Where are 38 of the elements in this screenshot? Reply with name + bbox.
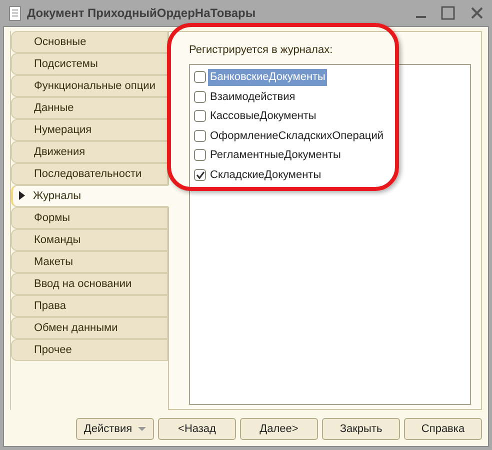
sidebar-tab[interactable]: Функциональные опции bbox=[11, 75, 168, 97]
list-item[interactable]: СкладскиеДокументы bbox=[208, 166, 324, 183]
sidebar-tab[interactable]: Ввод на основании bbox=[11, 273, 168, 295]
sidebar-tab[interactable]: Обмен данными bbox=[11, 317, 168, 339]
list-item[interactable]: ОформлениеСкладскихОпераций bbox=[208, 128, 386, 144]
sidebar-tab[interactable]: Журналы bbox=[11, 185, 169, 207]
action-button[interactable]: Действия bbox=[76, 418, 154, 440]
section-label: Регистрируется в журналах: bbox=[189, 43, 334, 58]
sidebar-tab[interactable]: Прочее bbox=[11, 339, 168, 361]
sidebar-tab[interactable]: Права bbox=[11, 295, 168, 317]
caret-icon bbox=[138, 427, 146, 431]
sidebar-tab[interactable]: Последовательности bbox=[11, 163, 168, 185]
sidebar-tab[interactable]: Основные bbox=[11, 31, 168, 53]
action-button[interactable]: Закрыть bbox=[322, 418, 400, 440]
action-button[interactable]: <Назад bbox=[158, 418, 236, 440]
close-icon[interactable] bbox=[471, 7, 483, 19]
sidebar-tab[interactable]: Формы bbox=[11, 207, 168, 229]
checkbox[interactable] bbox=[194, 71, 206, 84]
sidebar-tab[interactable]: Подсистемы bbox=[11, 53, 168, 75]
list-item[interactable]: Взаимодействия bbox=[208, 88, 298, 105]
sidebar-tab[interactable]: Макеты bbox=[11, 251, 168, 273]
list-item[interactable]: РегламентныеДокументы bbox=[208, 147, 343, 164]
action-button[interactable]: Далее> bbox=[240, 418, 318, 440]
sidebar-tab[interactable]: Движения bbox=[11, 141, 168, 163]
checkbox[interactable] bbox=[194, 168, 206, 181]
action-button[interactable]: Справка bbox=[404, 418, 482, 440]
document-icon bbox=[9, 6, 21, 20]
sidebar-tab[interactable]: Команды bbox=[11, 229, 168, 251]
maximize-icon[interactable] bbox=[441, 6, 455, 20]
checkbox[interactable] bbox=[194, 90, 206, 103]
sidebar-tab[interactable]: Нумерация bbox=[11, 119, 168, 141]
checkbox[interactable] bbox=[194, 110, 206, 122]
sidebar-tab[interactable]: Данные bbox=[11, 97, 168, 119]
pointer-icon bbox=[19, 190, 25, 200]
list-item[interactable]: КассовыеДокументы bbox=[208, 108, 318, 124]
checkbox[interactable] bbox=[194, 130, 206, 142]
window-title: Документ ПриходныйОрдерНаТовары bbox=[27, 5, 257, 22]
checkbox[interactable] bbox=[194, 149, 206, 162]
